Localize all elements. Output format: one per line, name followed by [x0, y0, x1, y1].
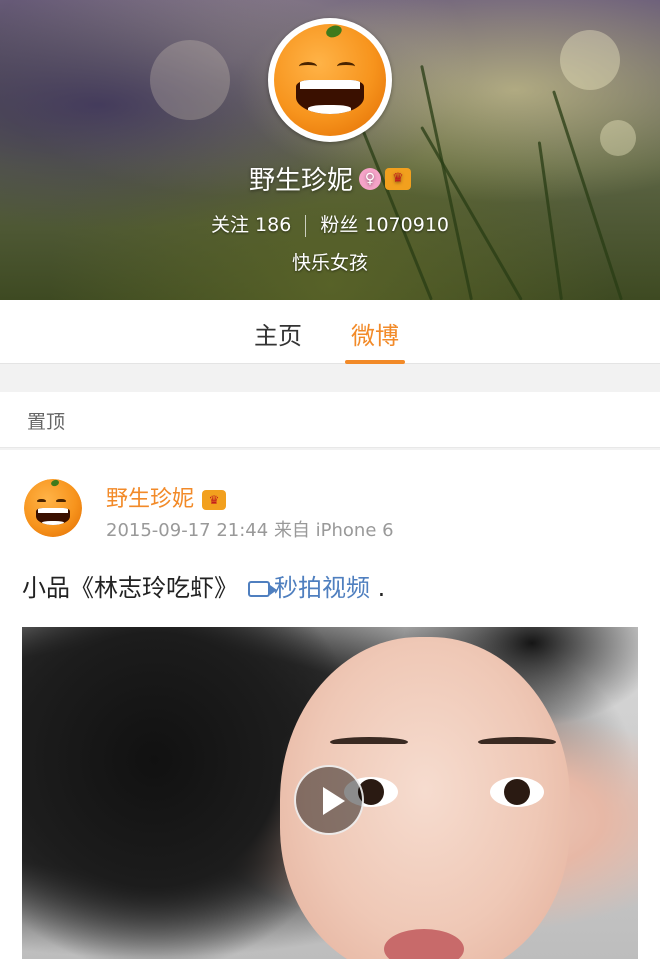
tab-home[interactable]: 主页	[254, 316, 302, 351]
following-label: 关注	[210, 214, 249, 236]
vip-crown-icon[interactable]: ♛	[202, 490, 227, 510]
profile-cover: 野生珍妮 ♀ ♛ 关注 186 粉丝 1070910 快乐女孩	[0, 0, 660, 300]
followers-label: 粉丝	[320, 214, 359, 236]
video-thumbnail[interactable]	[22, 627, 638, 959]
profile-avatar[interactable]	[268, 18, 392, 142]
following-count: 186	[255, 214, 292, 236]
orange-avatar-icon	[24, 479, 82, 537]
profile-stats: 关注 186 粉丝 1070910	[0, 210, 660, 237]
followers-count: 1070910	[364, 214, 449, 236]
post-text-body: 小品《林志玲吃虾》	[22, 574, 238, 602]
profile-tabs: 主页 微博	[0, 300, 660, 364]
post-meta: 2015-09-17 21:44 来自 iPhone 6	[106, 516, 394, 542]
post-text-suffix: .	[377, 574, 386, 602]
bokeh-light	[560, 30, 620, 90]
following-stat[interactable]: 关注 186	[211, 214, 291, 236]
video-link-label: 秒拍视频	[274, 574, 370, 602]
tab-weibo[interactable]: 微博	[345, 316, 405, 364]
video-link[interactable]: 秒拍视频	[238, 574, 370, 602]
post-source: 来自 iPhone 6	[273, 520, 394, 541]
post-card[interactable]: 野生珍妮 ♛ 2015-09-17 21:44 来自 iPhone 6 小品《林志…	[0, 450, 660, 959]
profile-bio: 快乐女孩	[291, 252, 368, 274]
play-icon[interactable]	[294, 765, 364, 835]
female-badge-icon: ♀	[359, 167, 381, 190]
followers-stat[interactable]: 粉丝 1070910	[320, 214, 449, 236]
bokeh-light	[600, 120, 636, 156]
video-camera-icon	[248, 581, 277, 597]
post-text: 小品《林志玲吃虾》 秒拍视频 .	[22, 568, 385, 603]
post-author-row: 野生珍妮 ♛	[106, 481, 227, 513]
pinned-label: 置顶	[27, 411, 66, 433]
post-author-avatar[interactable]	[24, 479, 82, 537]
bokeh-light	[150, 40, 230, 120]
orange-avatar-icon	[274, 24, 386, 136]
stats-divider	[305, 214, 307, 237]
pinned-header: 置顶	[0, 392, 660, 448]
post-timestamp: 2015-09-17 21:44	[106, 520, 269, 541]
post-author-name[interactable]: 野生珍妮	[106, 487, 194, 512]
profile-name-row: 野生珍妮 ♀ ♛	[0, 160, 660, 197]
profile-name: 野生珍妮	[248, 166, 353, 196]
vip-crown-icon[interactable]: ♛	[385, 167, 411, 190]
